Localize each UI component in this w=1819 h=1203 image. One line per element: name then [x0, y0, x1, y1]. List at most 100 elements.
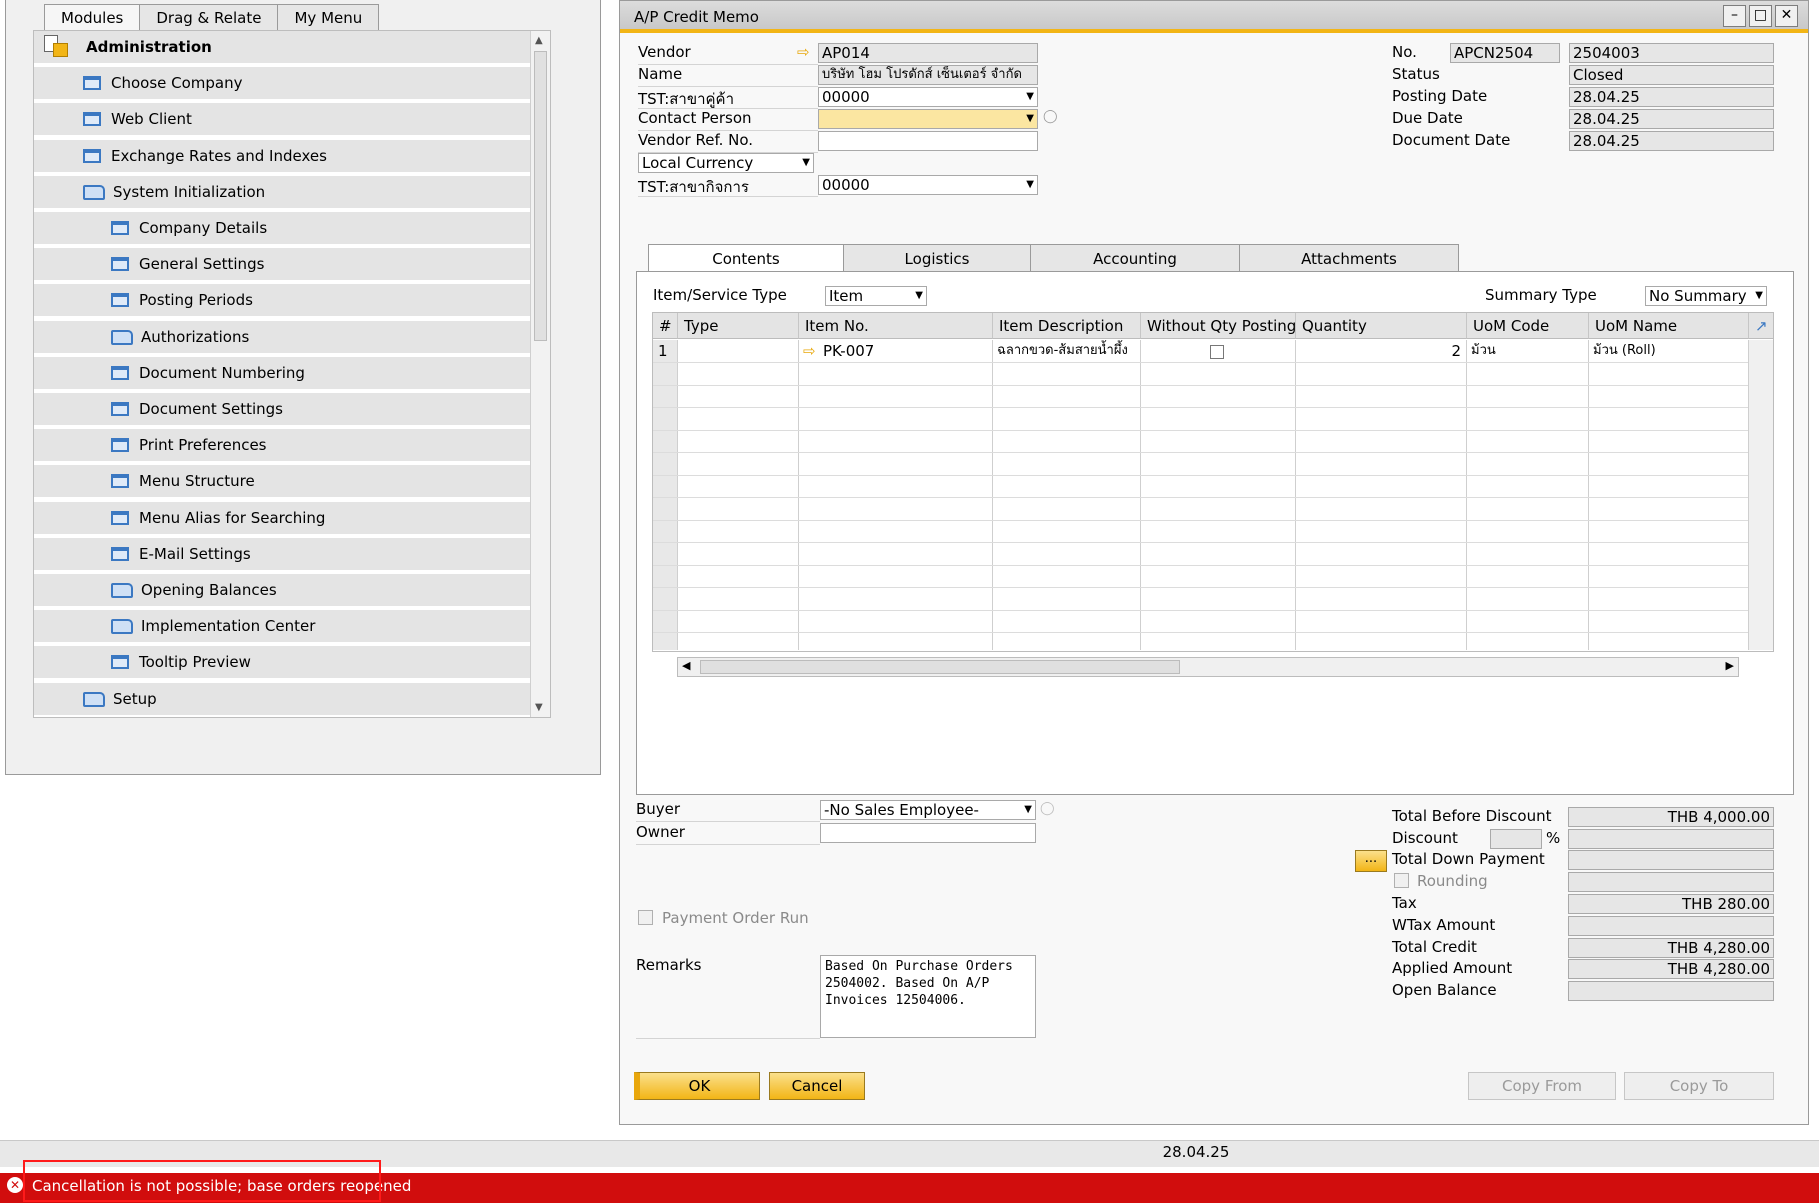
tree-item[interactable]: Tooltip Preview	[34, 646, 549, 680]
tab-logistics[interactable]: Logistics	[843, 244, 1031, 272]
currency-select[interactable]: Local Currency ▼	[638, 153, 814, 173]
tree-item[interactable]: Setup	[34, 683, 549, 717]
details-icon[interactable]: ◯	[1043, 109, 1058, 124]
tree-item[interactable]: Choose Company	[34, 67, 549, 101]
item-type-select[interactable]: Item ▼	[825, 286, 927, 306]
col-header-num[interactable]: #	[653, 313, 678, 339]
tree-item[interactable]: System Initialization	[34, 176, 549, 210]
cancel-button[interactable]: Cancel	[769, 1072, 865, 1100]
tree-item[interactable]: Exchange Rates and Indexes	[34, 140, 549, 174]
scroll-right-icon[interactable]: ▶	[1726, 659, 1734, 672]
form-icon	[111, 655, 129, 669]
scroll-up-icon[interactable]: ▲	[535, 35, 543, 46]
tab-contents[interactable]: Contents	[648, 244, 844, 273]
col-header-item-description[interactable]: Item Description	[993, 313, 1141, 339]
close-icon[interactable]: ✕	[1775, 5, 1798, 27]
row-quantity[interactable]: 2	[1296, 340, 1464, 362]
link-arrow-icon[interactable]: ⇨	[797, 43, 810, 61]
grid-row-line	[653, 497, 1748, 498]
discount-percent-input[interactable]	[1490, 829, 1542, 849]
total-before-discount-field: THB 4,000.00	[1568, 807, 1774, 827]
grid-row-line	[653, 519, 1748, 521]
rounding-field	[1568, 872, 1774, 892]
copy-from-button[interactable]: Copy From	[1468, 1072, 1616, 1100]
tree-scrollbar[interactable]: ▲ ▼	[530, 31, 550, 717]
rounding-checkbox[interactable]	[1394, 873, 1409, 888]
tree-item-administration[interactable]: Administration	[34, 31, 549, 65]
tree-item[interactable]: Company Details	[34, 212, 549, 246]
scroll-down-icon[interactable]: ▼	[535, 702, 543, 713]
tree-item[interactable]: Menu Alias for Searching	[34, 502, 549, 536]
maximize-icon[interactable]: □	[1749, 5, 1772, 27]
more-button[interactable]: ...	[1355, 850, 1387, 872]
administration-icon	[44, 35, 70, 59]
due-date-field[interactable]: 28.04.25	[1569, 109, 1774, 129]
tree-item[interactable]: E-Mail Settings	[34, 538, 549, 572]
vendor-ref-label: Vendor Ref. No.	[638, 131, 754, 149]
tree-item[interactable]: Implementation Center	[34, 610, 549, 644]
series-field[interactable]: APCN2504	[1450, 43, 1560, 63]
tree-item[interactable]: Document Numbering	[34, 357, 549, 391]
col-header-type[interactable]: Type	[678, 313, 799, 339]
scroll-left-icon[interactable]: ◀	[682, 659, 690, 672]
vendor-name-field[interactable]: บริษัท โฮม โปรดักส์ เซ็นเตอร์ จำกัด	[818, 65, 1038, 85]
row-type[interactable]	[684, 340, 794, 362]
tab-attachments[interactable]: Attachments	[1239, 244, 1459, 272]
row-uom-code[interactable]: ม้วน	[1471, 340, 1587, 362]
tree-item[interactable]: Web Client	[34, 103, 549, 137]
discount-label: Discount	[1392, 829, 1458, 847]
summary-type-select[interactable]: No Summary ▼	[1645, 286, 1767, 306]
posting-date-field[interactable]: 28.04.25	[1569, 87, 1774, 107]
total-down-payment-field	[1568, 850, 1774, 870]
tree-item[interactable]: Authorizations	[34, 321, 549, 355]
link-arrow-icon[interactable]: ⇨	[803, 340, 823, 362]
tree-item[interactable]: Print Preferences	[34, 429, 549, 463]
grid-row-line	[653, 407, 1748, 408]
vendor-ref-input[interactable]	[818, 131, 1038, 151]
scroll-thumb[interactable]	[534, 51, 547, 341]
col-header-without-qty[interactable]: Without Qty Posting	[1141, 313, 1296, 339]
remarks-textarea[interactable]: Based On Purchase Orders 2504002. Based …	[820, 955, 1036, 1038]
vendor-branch-select[interactable]: 00000 ▼	[818, 87, 1038, 107]
minimize-icon[interactable]: –	[1723, 5, 1746, 27]
wtax-amount-label: WTax Amount	[1392, 916, 1496, 934]
form-icon	[111, 547, 129, 561]
details-icon[interactable]: ◯	[1040, 801, 1055, 816]
contact-person-select[interactable]: ▼	[818, 109, 1038, 129]
buyer-select[interactable]: -No Sales Employee- ▼	[820, 800, 1036, 820]
without-qty-checkbox[interactable]	[1210, 345, 1224, 359]
tree-item[interactable]: Menu Structure	[34, 465, 549, 499]
col-header-item-no[interactable]: Item No.	[799, 313, 993, 339]
row-item-no[interactable]: PK-007	[823, 340, 991, 362]
tree-item[interactable]: Posting Periods	[34, 284, 549, 318]
scroll-thumb[interactable]	[700, 660, 1180, 674]
tree-item[interactable]: General Settings	[34, 248, 549, 282]
tab-drag-relate[interactable]: Drag & Relate	[139, 4, 279, 30]
tab-accounting[interactable]: Accounting	[1030, 244, 1240, 272]
grid-horizontal-scrollbar[interactable]: ◀ ▶	[677, 657, 1739, 677]
window-title: A/P Credit Memo	[634, 8, 759, 26]
module-tabs: Modules Drag & Relate My Menu	[44, 4, 380, 31]
total-credit-label: Total Credit	[1392, 938, 1477, 956]
business-branch-select[interactable]: 00000 ▼	[818, 175, 1038, 195]
tab-modules[interactable]: Modules	[44, 4, 141, 31]
tab-my-menu[interactable]: My Menu	[277, 4, 380, 30]
col-header-uom-code[interactable]: UoM Code	[1467, 313, 1589, 339]
payment-order-run-checkbox[interactable]	[638, 910, 653, 925]
grid-row-line	[653, 542, 1748, 543]
expand-icon[interactable]: ↗	[1749, 313, 1773, 339]
tree-item[interactable]: Opening Balances	[34, 574, 549, 608]
col-header-uom-name[interactable]: UoM Name	[1589, 313, 1749, 339]
col-header-quantity[interactable]: Quantity	[1296, 313, 1467, 339]
vendor-field[interactable]: AP014	[818, 43, 1038, 63]
vendor-label: Vendor	[638, 43, 691, 61]
owner-input[interactable]	[820, 823, 1036, 843]
tree-item[interactable]: Document Settings	[34, 393, 549, 427]
document-date-field[interactable]: 28.04.25	[1569, 131, 1774, 151]
doc-number-field[interactable]: 2504003	[1569, 43, 1774, 63]
remarks-label: Remarks	[636, 956, 702, 974]
row-item-description[interactable]: ฉลากขวด-ส้มสายน้ำผึ้ง	[997, 340, 1139, 362]
ok-button[interactable]: OK	[634, 1072, 760, 1100]
copy-to-button[interactable]: Copy To	[1624, 1072, 1774, 1100]
tree-item-label: Exchange Rates and Indexes	[111, 147, 327, 165]
